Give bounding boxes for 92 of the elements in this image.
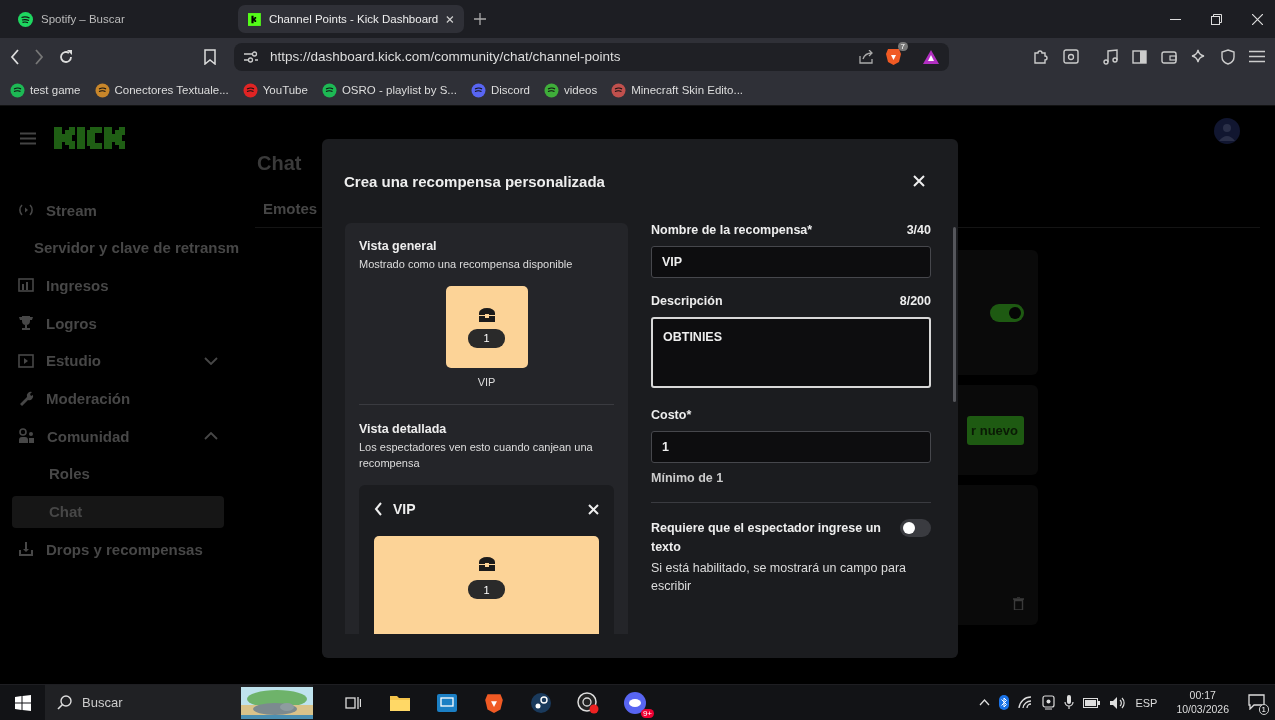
bookmark-favicon-icon: [611, 82, 627, 98]
site-settings-icon[interactable]: [244, 50, 258, 63]
bookmark-link[interactable]: OSRO - playlist by S...: [341, 84, 457, 96]
section-title: Vista detallada: [359, 422, 448, 437]
restore-icon[interactable]: [1211, 13, 1222, 25]
input-field[interactable]: VIP: [651, 246, 931, 278]
bookmark-favicon-icon: [94, 82, 110, 98]
page-heading: Chat: [257, 156, 303, 170]
chest-icon: [476, 556, 497, 573]
bookmark-favicon-icon: [10, 82, 25, 98]
chart-icon: [18, 278, 34, 293]
bookmark-favicon-icon: [242, 82, 258, 98]
browser-tab[interactable]: Spotify – Buscar: [8, 5, 234, 33]
battery-icon[interactable]: [1083, 697, 1101, 708]
download-tray-icon: [18, 541, 34, 558]
people-icon: [18, 428, 35, 445]
cost-pill: 1: [468, 580, 505, 600]
section-subtitle: Mostrado como una recompensa disponible: [359, 257, 574, 272]
browser-tab[interactable]: Channel Points - Kick Dashboard: [238, 5, 464, 33]
bookmark-favicon-icon: [543, 82, 559, 98]
field-label: Descripción: [651, 294, 723, 308]
folder-icon[interactable]: [389, 694, 410, 711]
clock[interactable]: 00:17 10/03/2026: [1176, 689, 1229, 716]
remote-desktop-icon[interactable]: [436, 693, 457, 712]
bookmark-link[interactable]: videos: [563, 84, 598, 96]
bluetooth-icon[interactable]: [999, 695, 1010, 710]
field-hint: Mínimo de 1: [651, 471, 725, 485]
wifi-icon[interactable]: [1018, 696, 1034, 709]
sparkle-icon[interactable]: [1191, 48, 1207, 65]
description-field[interactable]: OBTINIES: [651, 317, 931, 388]
bookmark-link[interactable]: YouTube: [262, 84, 308, 96]
section-title: Vista general: [359, 239, 438, 253]
trophy-icon: [18, 315, 34, 332]
kick-logo-icon: [248, 11, 261, 27]
url-field[interactable]: https://dashboard.kick.com/community/chat/channel-points: [270, 49, 621, 64]
toggle-switch[interactable]: [990, 303, 1024, 322]
webcam-icon[interactable]: [1042, 695, 1056, 710]
notification-count: 1: [1258, 703, 1269, 715]
back-icon[interactable]: [10, 48, 20, 65]
new-tab-icon[interactable]: [474, 13, 486, 25]
section-subtitle: Los espectadores ven esto cuando canjean una recompensa: [359, 440, 594, 471]
spotify-logo-icon: [18, 11, 33, 27]
wrench-icon: [18, 390, 34, 407]
speaker-icon[interactable]: [1109, 695, 1127, 710]
bookmark-favicon-icon: [321, 82, 337, 98]
chest-icon: [476, 306, 497, 323]
scrollbar[interactable]: [953, 227, 956, 402]
bookmark-favicon-icon: [470, 82, 486, 98]
bookmark-link[interactable]: Minecraft Skin Edito...: [631, 84, 744, 96]
reload-icon[interactable]: [58, 48, 74, 65]
wallet-icon[interactable]: [1161, 49, 1177, 64]
bookmark-link[interactable]: test game: [30, 84, 81, 96]
microphone-icon[interactable]: [1064, 695, 1075, 710]
triangle-icon[interactable]: [923, 49, 939, 64]
back-icon: [374, 502, 383, 517]
broadcast-icon: [18, 204, 34, 216]
detail-title: VIP: [393, 501, 416, 518]
windows-logo-icon[interactable]: [15, 694, 31, 711]
setting-description: Si está habilitado, se mostrará un campo para escribir: [651, 559, 907, 596]
notification-badge: 9+: [640, 708, 654, 718]
close-icon[interactable]: [1252, 13, 1263, 25]
bookmark-icon[interactable]: [204, 48, 216, 65]
close-tab-icon[interactable]: [446, 14, 454, 24]
shield-icon[interactable]: [1221, 48, 1235, 65]
bookmark-link[interactable]: Conectores Textuale...: [114, 84, 229, 96]
close-button[interactable]: [913, 175, 925, 187]
close-icon: [588, 503, 599, 515]
character-counter: 8/200: [899, 294, 931, 308]
video-icon: [18, 353, 34, 368]
blocked-count-badge: 7: [897, 42, 908, 51]
bookmark-link[interactable]: Discord: [490, 84, 530, 96]
field-label: Nombre de la recompensa*: [651, 223, 813, 237]
search-field[interactable]: Buscar: [45, 685, 313, 720]
forward-icon[interactable]: [34, 48, 44, 65]
recording-icon[interactable]: [576, 691, 599, 714]
task-view-icon[interactable]: [344, 694, 361, 711]
search-icon: [57, 695, 72, 710]
setting-label: Requiere que el espectador ingrese un texto: [651, 520, 882, 556]
language-indicator[interactable]: ESP: [1135, 696, 1158, 709]
input-field[interactable]: 1: [651, 431, 931, 463]
puzzle-icon[interactable]: [1033, 48, 1049, 65]
cost-pill: 1: [468, 328, 505, 348]
toggle-switch[interactable]: [899, 519, 931, 537]
sidebar-icon[interactable]: [1132, 49, 1147, 64]
field-label: Costo*: [651, 408, 692, 422]
share-icon[interactable]: [859, 49, 874, 64]
music-icon[interactable]: [1103, 48, 1118, 65]
notification-icon[interactable]: [1248, 693, 1265, 710]
reward-name: VIP: [476, 376, 497, 389]
dialog-title: Crea una recompensa personalizada: [344, 172, 605, 190]
steam-icon[interactable]: [530, 692, 551, 713]
character-counter: 3/40: [906, 223, 931, 237]
